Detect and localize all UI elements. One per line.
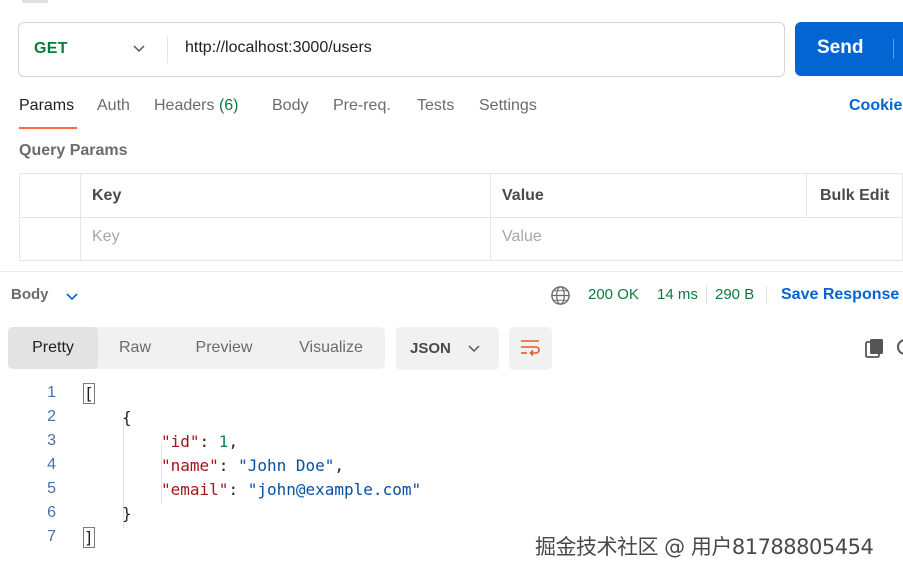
code-text: } (122, 504, 132, 523)
wrap-lines-button[interactable] (509, 327, 552, 370)
json-value: 1 (218, 432, 229, 451)
chevron-down-icon (133, 45, 145, 53)
request-url-bar: GET http://localhost:3000/users (18, 22, 785, 77)
url-divider (167, 37, 168, 63)
search-icon[interactable] (895, 337, 903, 359)
param-value-input[interactable]: Value (502, 228, 542, 246)
pane-divider[interactable] (0, 271, 903, 272)
tab-headers[interactable]: Headers (6) (154, 97, 239, 115)
json-key: "name" (161, 456, 219, 475)
chevron-down-icon (468, 345, 480, 353)
query-params-title: Query Params (19, 142, 128, 159)
response-body-toggle[interactable]: Body (11, 286, 49, 303)
format-label: JSON (410, 340, 451, 357)
code-line: 1 [ (0, 383, 903, 408)
view-pretty[interactable]: Pretty (8, 327, 98, 369)
send-label: Send (817, 37, 864, 58)
chevron-down-icon[interactable] (64, 288, 80, 304)
watermark: 掘金技术社区 @ 用户81788805454 (535, 535, 874, 559)
tab-pre-request[interactable]: Pre-req. (333, 97, 391, 115)
code-text: [ (83, 383, 95, 404)
cookies-link[interactable]: Cookie (849, 97, 902, 115)
column-divider (806, 174, 807, 217)
view-visualize[interactable]: Visualize (284, 327, 378, 369)
top-tab-edge (22, 0, 48, 3)
query-params-table: Key Value Bulk Edit Key Value (19, 173, 903, 261)
url-input[interactable]: http://localhost:3000/users (185, 39, 372, 57)
format-select[interactable]: JSON (396, 327, 499, 370)
tab-body[interactable]: Body (272, 97, 308, 115)
code-text: ] (83, 527, 95, 548)
line-number: 4 (47, 456, 56, 473)
tab-params[interactable]: Params (19, 97, 74, 115)
method-select[interactable]: GET (19, 23, 169, 76)
line-number: 5 (47, 480, 56, 497)
line-number: 7 (47, 528, 56, 545)
line-number: 6 (47, 504, 56, 521)
code-line: 5 "email": "john@example.com" (0, 480, 903, 504)
tab-tests[interactable]: Tests (417, 97, 454, 115)
json-separator: : (228, 480, 248, 499)
column-header-key: Key (92, 187, 122, 204)
code-line: 6 } (0, 504, 903, 528)
stat-divider (706, 286, 707, 304)
header-divider (20, 217, 902, 218)
globe-icon[interactable] (550, 285, 571, 306)
status-code[interactable]: 200 OK (588, 286, 639, 303)
code-text: { (122, 408, 132, 427)
line-number: 1 (47, 384, 56, 401)
column-header-value: Value (502, 187, 544, 204)
copy-icon[interactable] (864, 337, 886, 359)
active-tab-indicator (19, 127, 77, 129)
param-key-input[interactable]: Key (92, 228, 120, 246)
view-preview[interactable]: Preview (178, 327, 270, 369)
json-comma: , (334, 456, 345, 475)
stat-divider (766, 286, 767, 304)
bulk-edit-button[interactable]: Bulk Edit (820, 187, 889, 205)
response-code-viewer[interactable]: 1 [ 2 { 3 "id": 1, 4 "name": "John Doe",… (0, 383, 903, 554)
method-label: GET (34, 40, 68, 57)
response-view-toggle: Pretty Raw Preview Visualize (8, 327, 385, 369)
save-response-button[interactable]: Save Response (781, 286, 899, 304)
response-size[interactable]: 290 B (715, 286, 754, 303)
json-separator: : (199, 432, 219, 451)
headers-count: (6) (218, 97, 239, 114)
code-line: 2 { (0, 408, 903, 432)
tab-headers-label: Headers (154, 97, 215, 114)
send-split-divider (893, 39, 894, 59)
code-line: 3 "id": 1, (0, 432, 903, 456)
response-time[interactable]: 14 ms (657, 286, 698, 303)
code-line: 4 "name": "John Doe", (0, 456, 903, 480)
wrap-lines-icon (521, 340, 540, 357)
json-key: "id" (161, 432, 200, 451)
line-number: 3 (47, 432, 56, 449)
json-comma: , (228, 432, 239, 451)
send-button[interactable]: Send (795, 22, 903, 76)
tab-auth[interactable]: Auth (97, 97, 130, 115)
json-value: "john@example.com" (247, 480, 422, 499)
json-key: "email" (161, 480, 229, 499)
line-number: 2 (47, 408, 56, 425)
tab-settings[interactable]: Settings (479, 97, 537, 115)
view-raw[interactable]: Raw (104, 327, 166, 369)
json-value: "John Doe" (238, 456, 335, 475)
json-separator: : (218, 456, 239, 475)
